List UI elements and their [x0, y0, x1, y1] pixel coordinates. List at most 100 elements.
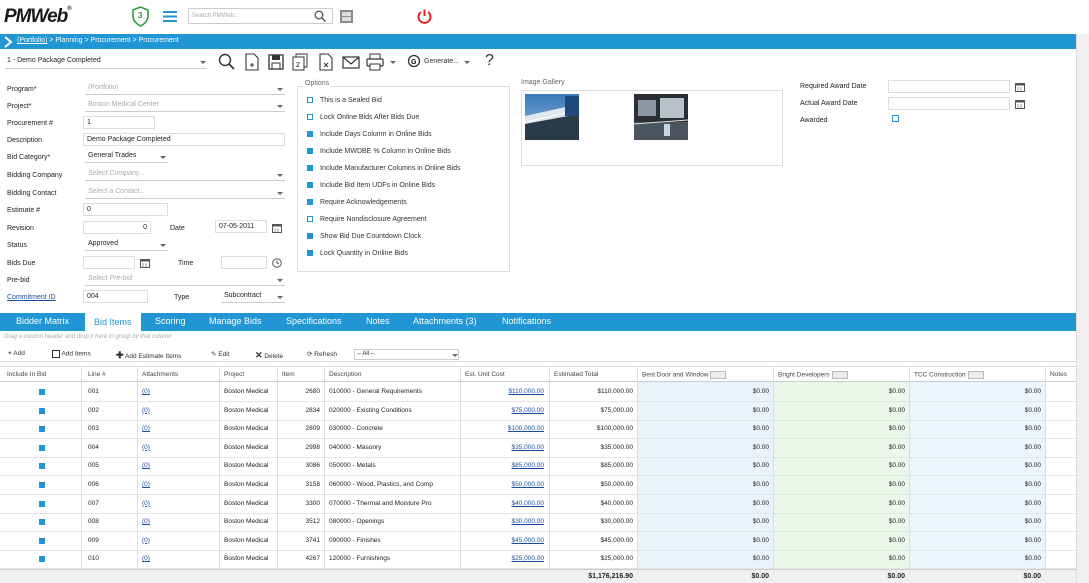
- include-in-bid-checkbox[interactable]: [39, 556, 45, 563]
- include-in-bid-checkbox[interactable]: [39, 444, 45, 451]
- option-item[interactable]: Include MWDBE % Column in Online Bids: [307, 148, 451, 155]
- project-select[interactable]: Boston Medical Center: [85, 99, 285, 112]
- tcc-construction-cell[interactable]: $0.00: [911, 407, 1041, 414]
- col-estimated-total[interactable]: Estimated Total: [554, 371, 598, 378]
- chevron-down-icon[interactable]: [160, 156, 166, 159]
- time-field[interactable]: [221, 256, 267, 269]
- tab-scoring[interactable]: Scoring: [155, 316, 186, 326]
- col-description[interactable]: Description: [329, 371, 362, 378]
- best-door-cell[interactable]: $0.00: [639, 425, 769, 432]
- delete-document-icon[interactable]: [317, 53, 335, 71]
- attachments-link[interactable]: (0): [142, 500, 182, 507]
- search-record-icon[interactable]: [218, 53, 236, 71]
- chevron-down-icon[interactable]: [277, 279, 283, 282]
- tcc-construction-cell[interactable]: $0.00: [911, 537, 1041, 544]
- chevron-down-icon[interactable]: [277, 174, 283, 177]
- include-in-bid-checkbox[interactable]: [39, 519, 45, 526]
- new-document-icon[interactable]: [243, 53, 261, 71]
- option-checkbox[interactable]: [307, 216, 313, 223]
- option-item[interactable]: Include Bid Item UDFs in Online Bids: [307, 182, 435, 189]
- tab-notes[interactable]: Notes: [366, 316, 390, 326]
- unit-cost-link[interactable]: $45,000.00: [462, 537, 544, 544]
- chevron-down-icon[interactable]: [200, 61, 206, 64]
- best-door-cell[interactable]: $0.00: [639, 444, 769, 451]
- tcc-construction-cell[interactable]: $0.00: [911, 444, 1041, 451]
- power-icon[interactable]: [416, 8, 433, 25]
- unit-cost-link[interactable]: $40,000.00: [462, 500, 544, 507]
- table-row[interactable]: 010 (0) Boston Medical 4267 120000 - Furnish…: [0, 550, 1076, 570]
- bright-developers-cell[interactable]: $0.00: [775, 500, 905, 507]
- chevron-down-icon[interactable]: [464, 61, 470, 64]
- date-field[interactable]: 07-05-2011: [215, 220, 267, 233]
- unit-cost-link[interactable]: $50,000.00: [462, 481, 544, 488]
- bright-developers-cell[interactable]: $0.00: [775, 518, 905, 525]
- tcc-construction-cell[interactable]: $0.00: [911, 425, 1041, 432]
- option-item[interactable]: Show Bid Due Countdown Clock: [307, 233, 421, 240]
- chevron-down-icon[interactable]: [277, 88, 283, 91]
- col-notes[interactable]: Notes: [1050, 371, 1067, 378]
- chevron-down-icon[interactable]: [277, 192, 283, 195]
- table-row[interactable]: 001 (0) Boston Medical 2680 010000 - General…: [0, 383, 1076, 402]
- include-in-bid-checkbox[interactable]: [39, 482, 45, 488]
- bright-developers-cell[interactable]: $0.00: [775, 388, 905, 395]
- tab-notifications[interactable]: Notifications: [502, 316, 551, 326]
- attachments-link[interactable]: (0): [142, 425, 182, 432]
- unit-cost-link[interactable]: $35,000.00: [462, 444, 544, 451]
- col-project[interactable]: Project: [224, 371, 244, 378]
- include-in-bid-checkbox[interactable]: [39, 407, 45, 414]
- unit-cost-link[interactable]: $110,000.00: [462, 388, 544, 395]
- option-checkbox[interactable]: [307, 131, 313, 138]
- option-checkbox[interactable]: [307, 199, 313, 206]
- commitment-id-field[interactable]: 004: [83, 290, 148, 303]
- grid-filter-select[interactable]: -- All --: [354, 349, 459, 360]
- col-attachments[interactable]: Attachments: [142, 371, 178, 378]
- bidding-contact-select[interactable]: Select a Contact...: [85, 186, 285, 199]
- gallery-image-interior[interactable]: [633, 94, 689, 140]
- attachments-link[interactable]: (0): [142, 537, 182, 544]
- add-button[interactable]: + Add: [8, 350, 25, 357]
- bright-developers-cell[interactable]: $0.00: [775, 407, 905, 414]
- col-line[interactable]: Line #: [88, 371, 106, 378]
- col-bright-developers[interactable]: Bright Developers: [778, 371, 848, 379]
- table-row[interactable]: 005 (0) Boston Medical 3086 050000 - Metals $…: [0, 457, 1076, 477]
- table-row[interactable]: 002 (0) Boston Medical 2834 020000 - Existin…: [0, 402, 1076, 421]
- col-tcc-construction[interactable]: TCC Construction: [914, 371, 984, 379]
- attachments-link[interactable]: (0): [142, 462, 182, 469]
- revision-field[interactable]: 0: [83, 221, 151, 234]
- bright-developers-cell[interactable]: $0.00: [775, 444, 905, 451]
- bid-category-select[interactable]: General Trades: [85, 150, 168, 163]
- procurement-number-field[interactable]: 1: [83, 116, 155, 129]
- tcc-construction-cell[interactable]: $0.00: [911, 462, 1041, 469]
- table-row[interactable]: 008 (0) Boston Medical 3512 080000 - Opening…: [0, 513, 1076, 533]
- email-icon[interactable]: [342, 53, 360, 71]
- include-in-bid-checkbox[interactable]: [39, 463, 45, 470]
- unit-cost-link[interactable]: $100,000.00: [462, 425, 544, 432]
- vertical-scrollbar[interactable]: [1076, 34, 1089, 583]
- add-items-button[interactable]: Add Items: [52, 350, 91, 358]
- attachments-link[interactable]: (0): [142, 407, 182, 414]
- generate-button[interactable]: Generate...: [424, 58, 459, 65]
- tab-specifications[interactable]: Specifications: [286, 316, 342, 326]
- hamburger-menu-icon[interactable]: [163, 11, 177, 22]
- option-checkbox[interactable]: [307, 182, 313, 189]
- copy-document-icon[interactable]: 2: [291, 53, 309, 71]
- best-door-cell[interactable]: $0.00: [639, 500, 769, 507]
- attachments-link[interactable]: (0): [142, 388, 182, 395]
- best-door-cell[interactable]: $0.00: [639, 481, 769, 488]
- estimate-field[interactable]: 0: [83, 203, 168, 216]
- bright-developers-cell[interactable]: $0.00: [775, 481, 905, 488]
- tcc-construction-cell[interactable]: $0.00: [911, 518, 1041, 525]
- include-in-bid-checkbox[interactable]: [39, 389, 45, 395]
- include-in-bid-checkbox[interactable]: [39, 426, 45, 433]
- awarded-checkbox[interactable]: [892, 115, 899, 122]
- include-in-bid-checkbox[interactable]: [39, 500, 45, 507]
- program-select[interactable]: (Portfolio): [85, 82, 285, 95]
- tcc-construction-cell[interactable]: $0.00: [911, 388, 1041, 395]
- gallery-image-bridge[interactable]: [524, 94, 580, 140]
- tcc-construction-cell[interactable]: $0.00: [911, 481, 1041, 488]
- chevron-down-icon[interactable]: [277, 105, 283, 108]
- option-checkbox[interactable]: [307, 250, 313, 257]
- table-row[interactable]: 006 (0) Boston Medical 3158 060000 - Wood, P…: [0, 476, 1076, 495]
- col-item[interactable]: Item: [282, 371, 295, 378]
- tcc-construction-cell[interactable]: $0.00: [911, 500, 1041, 507]
